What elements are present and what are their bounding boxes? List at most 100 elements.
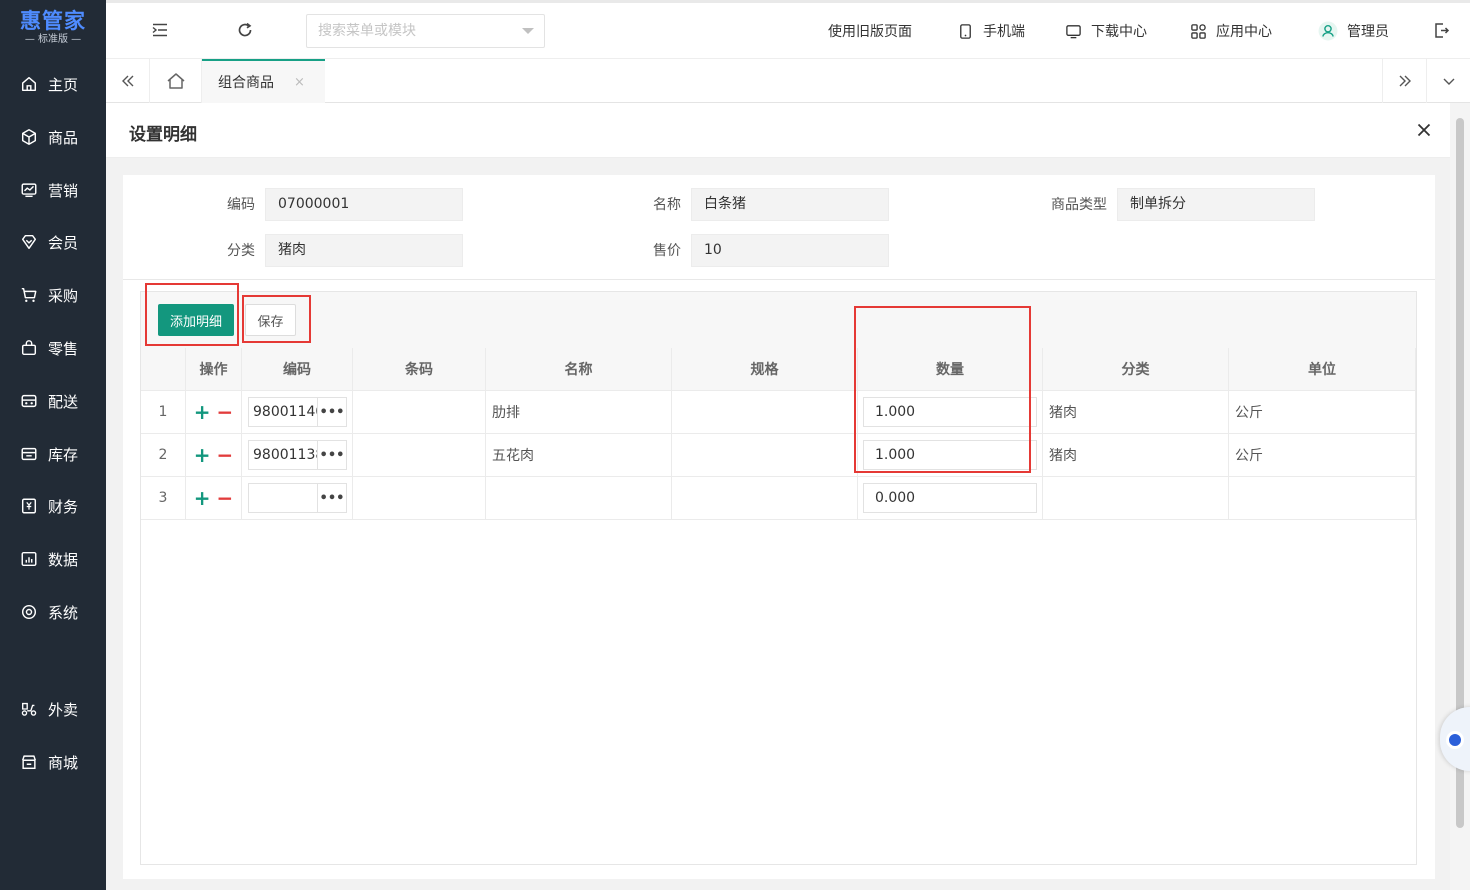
minus-icon[interactable]: − [217,488,234,508]
header-row-number [141,348,186,391]
row-category: 猪肉 [1043,391,1229,434]
goods-type-field[interactable]: 制单拆分 [1117,188,1315,221]
cart-icon [21,287,37,303]
sidebar-item-label: 库存 [48,445,79,464]
dialog-close-button[interactable] [1412,118,1436,142]
sidebar-item-data[interactable]: 数据 [0,537,106,581]
code-picker[interactable]: ••• [248,440,347,470]
add-detail-button[interactable]: 添加明细 [158,304,234,336]
refresh-button[interactable] [234,19,256,41]
sidebar-item-home[interactable]: 主页 [0,62,106,106]
logout-button[interactable] [1430,19,1452,41]
price-field[interactable]: 10 [691,234,889,267]
quantity-field[interactable] [863,440,1037,470]
menu-search[interactable] [306,14,545,48]
sidebar-item-retail[interactable]: 零售 [0,326,106,370]
tab-home[interactable] [150,59,202,103]
sidebar-item-label: 系统 [48,603,79,622]
code-picker[interactable]: ••• [248,483,347,513]
sidebar-item-marketing[interactable]: 营销 [0,168,106,212]
quantity-field[interactable] [863,397,1037,427]
sidebar-item-label: 采购 [48,286,79,305]
dialog-header: 设置明细 [106,103,1450,158]
save-button[interactable]: 保存 [245,304,296,336]
sidebar-item-label: 会员 [48,233,79,252]
sidebar-item-member[interactable]: 会员 [0,220,106,264]
tab-combo-goods[interactable]: 组合商品 × [202,59,325,103]
name-field[interactable]: 白条猪 [691,188,889,221]
row-quantity-cell [858,434,1043,477]
row-spec [672,391,858,434]
ellipsis-icon[interactable]: ••• [317,484,346,512]
sidebar-item-goods[interactable]: 商品 [0,115,106,159]
sidebar-item-purchase[interactable]: 采购 [0,273,106,317]
plus-icon[interactable]: + [194,402,211,422]
code-field[interactable]: 07000001 [265,188,463,221]
quantity-input[interactable] [864,441,1034,469]
app-center-link[interactable]: 应用中心 [1190,20,1272,42]
tab-close-icon[interactable]: × [294,75,305,90]
price-label: 售价 [653,243,681,259]
sidebar-item-finance[interactable]: 财务 [0,484,106,528]
sidebar-item-takeout[interactable]: 外卖 [0,687,106,731]
row-barcode [353,434,486,477]
header-barcode: 条码 [353,348,486,391]
quantity-input[interactable] [864,484,1034,512]
content-area: 设置明细 编码 07000001 名称 白条猪 商品类型 制单拆分 分类 猪肉 … [106,103,1470,890]
tabs-scroll-left-button[interactable] [106,59,150,103]
detail-panel: 编码 07000001 名称 白条猪 商品类型 制单拆分 分类 猪肉 售价 10… [123,175,1435,879]
finance-icon [21,498,37,514]
mobile-link[interactable]: 手机端 [957,20,1025,42]
ellipsis-icon[interactable]: ••• [317,441,346,469]
quantity-field[interactable] [863,483,1037,513]
scooter-icon [21,702,37,716]
code-input[interactable] [249,441,317,469]
sidebar-item-label: 商品 [48,128,79,147]
chevron-down-icon[interactable] [522,28,534,34]
box-icon [21,129,37,145]
row-name [486,477,672,520]
sidebar-item-system[interactable]: 系统 [0,590,106,634]
header-ops: 操作 [186,348,242,391]
row-ops: + − [186,477,242,520]
double-chevron-left-icon [121,75,133,87]
sidebar-item-delivery[interactable]: 配送 [0,379,106,423]
tabs-dropdown-button[interactable] [1426,59,1470,103]
old-version-label: 使用旧版页面 [828,24,912,40]
code-picker[interactable]: ••• [248,397,347,427]
ellipsis-icon[interactable]: ••• [317,398,346,426]
old-version-link[interactable]: 使用旧版页面 [828,20,912,42]
sidebar-item-label: 主页 [48,75,79,94]
row-code-cell: ••• [242,391,353,434]
page-scrollbar[interactable] [1450,103,1470,890]
quantity-input[interactable] [864,398,1034,426]
category-field[interactable]: 猪肉 [265,234,463,267]
code-input[interactable] [249,398,317,426]
plus-icon[interactable]: + [194,445,211,465]
header-category: 分类 [1043,348,1229,391]
row-number: 1 [141,391,186,434]
minus-icon[interactable]: − [217,402,234,422]
logo[interactable]: 惠管家 — 标准版 — [0,0,106,56]
minus-icon[interactable]: − [217,445,234,465]
code-label: 编码 [227,197,255,213]
app-window: 惠管家 — 标准版 — 主页 商品 营销 会员 采购 零售 配送 库存 财务 数… [0,0,1470,890]
row-quantity-cell [858,477,1043,520]
sidebar-item-mall[interactable]: 商城 [0,740,106,784]
menu-fold-icon [152,23,167,37]
download-center-link[interactable]: 下载中心 [1065,20,1147,42]
header-spec: 规格 [672,348,858,391]
code-input[interactable] [249,484,317,512]
store-icon [22,755,36,770]
row-unit [1229,477,1416,520]
sidebar: 惠管家 — 标准版 — 主页 商品 营销 会员 采购 零售 配送 库存 财务 数… [0,0,106,890]
tab-label: 组合商品 [218,75,274,91]
plus-icon[interactable]: + [194,488,211,508]
user-menu[interactable]: 管理员 [1318,20,1389,42]
name-label: 名称 [653,197,681,213]
sidebar-item-inventory[interactable]: 库存 [0,432,106,476]
search-input[interactable] [307,15,507,47]
apps-grid-icon [1191,23,1206,39]
menu-toggle-button[interactable] [149,19,171,41]
tabs-scroll-right-button[interactable] [1382,59,1426,103]
